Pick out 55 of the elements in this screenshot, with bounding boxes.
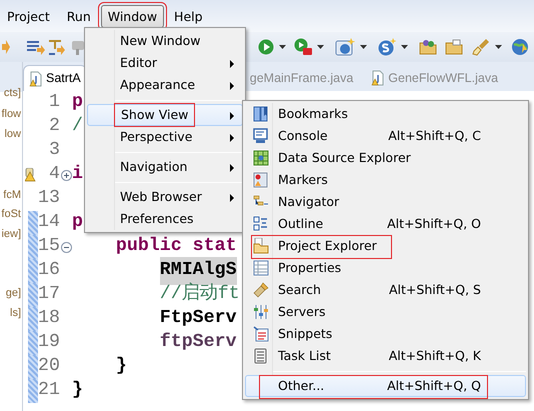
menu-item[interactable]: Help: [167, 4, 210, 28]
line-number: 13: [38, 187, 60, 210]
tree-item-text[interactable]: ge]: [6, 286, 21, 300]
menu-item[interactable]: Other... Alt+Shift+Q, Q: [245, 375, 526, 397]
menu-item[interactable]: Markers: [245, 169, 526, 191]
line-number: 18: [38, 307, 60, 330]
line-number: 19: [38, 331, 60, 354]
menu-item[interactable]: Preferences: [87, 208, 243, 230]
line-number: 20: [38, 355, 60, 378]
code-text: i: [72, 163, 83, 186]
menu-item[interactable]: Run: [60, 4, 98, 28]
line-number: 17: [38, 283, 60, 306]
line-number: 15: [38, 235, 60, 258]
menu-item[interactable]: Task List Alt+Shift+Q, K: [245, 345, 526, 367]
menu-item[interactable]: Perspective: [87, 126, 243, 148]
code-text: FtpServ: [160, 307, 237, 330]
menu-item[interactable]: Outline Alt+Shift+Q, O: [245, 213, 526, 235]
menu-item[interactable]: Servers: [245, 301, 526, 323]
menu-item[interactable]: Search Alt+Shift+Q, S: [245, 279, 526, 301]
menu-item[interactable]: Project: [0, 4, 57, 28]
tree-item-text[interactable]: foSt: [1, 207, 21, 221]
code-text: ftpServ: [160, 331, 237, 354]
editor-tab[interactable]: SatrtA: [23, 65, 87, 91]
code-text: public stat: [116, 235, 237, 258]
code-text: }: [116, 355, 127, 378]
line-number: 3: [48, 139, 60, 162]
menu-item[interactable]: Window: [100, 4, 164, 28]
line-number: 21: [38, 379, 60, 402]
code-text: p: [72, 211, 83, 234]
menu-item[interactable]: Navigation: [87, 156, 243, 178]
line-number: 4: [48, 163, 60, 186]
menu-item[interactable]: Bookmarks: [245, 103, 526, 125]
code-text: /: [72, 115, 83, 138]
menu-item[interactable]: Appearance: [87, 74, 243, 96]
tree-item-text[interactable]: ls]: [10, 306, 21, 320]
menu-item[interactable]: Snippets: [245, 323, 526, 345]
tree-item-text[interactable]: flow: [1, 107, 21, 121]
menu-item[interactable]: Web Browser: [87, 186, 243, 208]
tree-item-text[interactable]: fcM: [3, 188, 21, 202]
menu-item[interactable]: Show View: [87, 104, 243, 126]
menu-item[interactable]: Properties: [245, 257, 526, 279]
line-number: 16: [38, 259, 60, 282]
line-number: 1: [48, 91, 60, 114]
menu-item[interactable]: Console Alt+Shift+Q, C: [245, 125, 526, 147]
menu-item[interactable]: Project Explorer: [245, 235, 526, 257]
code-text: p: [72, 91, 83, 114]
menu-item[interactable]: Navigator: [245, 191, 526, 213]
menu-item[interactable]: Data Source Explorer: [245, 147, 526, 169]
tree-item-text[interactable]: cts]: [4, 86, 21, 100]
line-number: 14: [38, 211, 60, 234]
menu-item[interactable]: Editor: [87, 52, 243, 74]
tree-item-text[interactable]: low: [4, 127, 21, 141]
line-number: 2: [48, 115, 60, 138]
tree-item-text[interactable]: iew]: [1, 227, 21, 241]
code-text: }: [72, 379, 83, 402]
